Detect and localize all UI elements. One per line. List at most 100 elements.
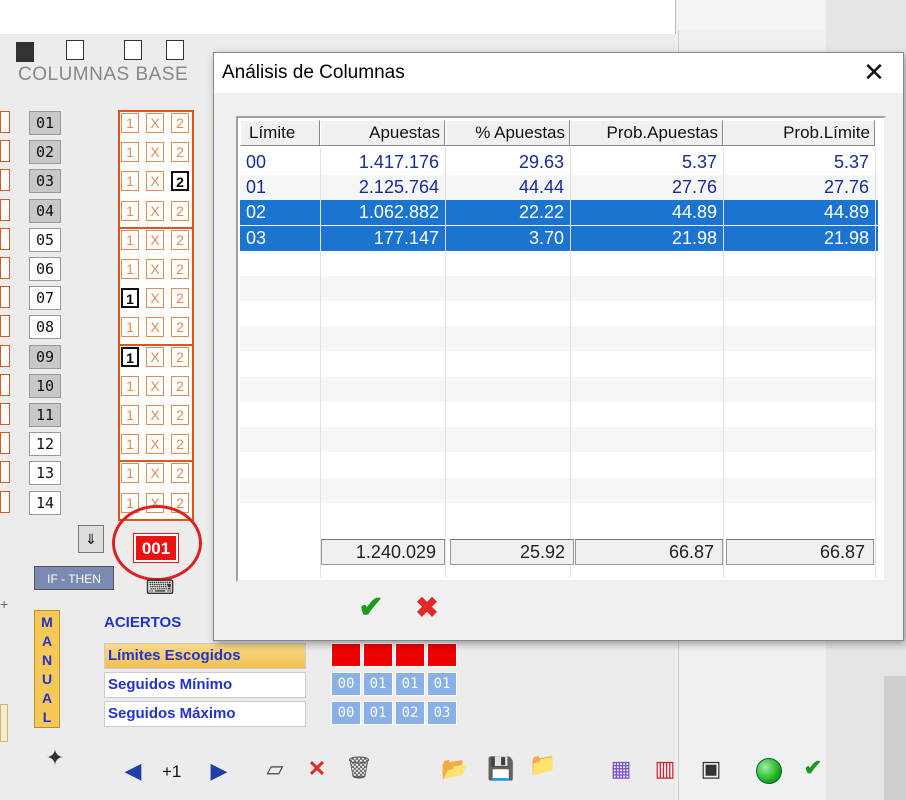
manual-vertical-label[interactable]: M A N U A L: [34, 610, 60, 728]
symbol-cell-x[interactable]: X: [146, 259, 164, 279]
table-row[interactable]: [240, 376, 878, 402]
symbol-cell-1[interactable]: 1: [121, 200, 139, 221]
table-row[interactable]: [240, 352, 878, 377]
symbol-cell-2[interactable]: 2: [171, 113, 189, 133]
symbol-cell-x[interactable]: X: [146, 346, 164, 367]
symbol-cell-2[interactable]: 2: [171, 288, 189, 309]
limit-chosen-cell[interactable]: [427, 643, 457, 667]
row-number[interactable]: 02: [29, 140, 61, 165]
min-value-cell[interactable]: 01: [427, 672, 457, 696]
table-row[interactable]: [240, 402, 878, 427]
column-number-badge[interactable]: 001: [133, 533, 179, 563]
column-header-limite[interactable]: Límite: [240, 120, 320, 146]
cancel-x-icon[interactable]: ✖: [410, 591, 444, 625]
symbol-cell-x[interactable]: X: [146, 171, 164, 192]
table-row[interactable]: [240, 251, 878, 276]
min-value-cell[interactable]: 01: [363, 672, 393, 696]
table-row[interactable]: [240, 427, 878, 453]
min-value-cell[interactable]: 01: [395, 672, 425, 696]
calendar-icon[interactable]: ▦: [606, 756, 636, 784]
table-row[interactable]: [240, 326, 878, 352]
trash-icon[interactable]: 🗑: [344, 755, 374, 783]
column-header-apuestas[interactable]: Apuestas: [320, 120, 445, 146]
symbol-cell-1[interactable]: 1: [121, 259, 139, 279]
document-icon[interactable]: [124, 40, 142, 60]
table-row[interactable]: [240, 452, 878, 477]
monitor-icon[interactable]: [16, 42, 34, 62]
table-row[interactable]: [240, 301, 878, 326]
symbol-cell-2[interactable]: 2: [171, 375, 189, 396]
analysis-grid[interactable]: Límite Apuestas % Apuestas Prob.Apuestas…: [236, 116, 886, 582]
symbol-cell-2[interactable]: 2: [171, 405, 189, 425]
delete-icon[interactable]: ✕: [302, 756, 332, 784]
eraser-icon[interactable]: ▱: [260, 756, 290, 784]
symbol-cell-x[interactable]: X: [146, 113, 164, 133]
ok-check-icon[interactable]: ✔: [354, 591, 388, 625]
scroll-down-icon[interactable]: ⇓: [78, 525, 104, 553]
symbol-cell-1[interactable]: 1: [121, 434, 139, 455]
green-status-icon[interactable]: [756, 758, 782, 784]
symbol-cell-2[interactable]: 2: [171, 317, 189, 338]
plus-icon[interactable]: +: [0, 596, 8, 612]
keyboard-icon[interactable]: ⌨: [134, 576, 186, 600]
limit-chosen-cell[interactable]: [331, 643, 361, 667]
confirm-check-icon[interactable]: ✔: [798, 755, 828, 783]
row-number[interactable]: 05: [29, 227, 61, 252]
symbol-cell-x[interactable]: X: [146, 463, 164, 484]
column-header-pct-apuestas[interactable]: % Apuestas: [445, 120, 570, 146]
symbol-cell-2[interactable]: 2: [171, 200, 189, 221]
column-header-prob-limite[interactable]: Prob.Límite: [723, 120, 875, 146]
symbol-cell-1[interactable]: 1: [121, 288, 139, 309]
open-folder-icon[interactable]: 📂: [440, 756, 470, 784]
if-then-button[interactable]: IF - THEN: [34, 566, 114, 590]
row-number[interactable]: 03: [29, 169, 61, 194]
table-row[interactable]: 02 1.062.882 22.22 44.89 44.89: [240, 200, 878, 226]
symbol-cell-2[interactable]: 2: [171, 434, 189, 455]
arrow-right-icon[interactable]: ▶: [204, 758, 234, 786]
chart-doc-icon[interactable]: [66, 40, 84, 60]
row-number[interactable]: 12: [29, 432, 61, 457]
calculator-icon[interactable]: ▣: [696, 756, 726, 784]
table-row[interactable]: 01 2.125.764 44.44 27.76 27.76: [240, 175, 878, 201]
limit-chosen-cell[interactable]: [363, 643, 393, 667]
symbol-cell-1[interactable]: 1: [121, 317, 139, 338]
bar-chart-icon[interactable]: ▥: [650, 756, 680, 784]
magic-wand-icon[interactable]: ✦: [40, 745, 70, 773]
symbol-cell-1[interactable]: 1: [121, 346, 139, 367]
row-number[interactable]: 13: [29, 461, 61, 486]
row-number[interactable]: 09: [29, 344, 61, 369]
max-value-cell[interactable]: 02: [395, 701, 425, 725]
symbol-cell-x[interactable]: X: [146, 288, 164, 309]
symbol-cell-2[interactable]: 2: [171, 259, 189, 279]
row-number[interactable]: 06: [29, 257, 61, 281]
limit-chosen-cell[interactable]: [395, 643, 425, 667]
symbol-cell-x[interactable]: X: [146, 229, 164, 250]
table-row[interactable]: [240, 276, 878, 301]
symbol-cell-1[interactable]: 1: [121, 171, 139, 192]
arrow-left-icon[interactable]: ◀: [118, 758, 148, 786]
symbol-cell-2[interactable]: 2: [171, 142, 189, 163]
symbol-cell-2[interactable]: 2: [171, 346, 189, 367]
symbol-cell-2[interactable]: 2: [171, 171, 189, 192]
symbol-cell-2[interactable]: 2: [171, 229, 189, 250]
table-row[interactable]: 03 177.147 3.70 21.98 21.98: [240, 225, 878, 251]
table-row[interactable]: 00 1.417.176 29.63 5.37 5.37: [240, 150, 878, 175]
symbol-cell-1[interactable]: 1: [121, 463, 139, 484]
symbol-cell-x[interactable]: X: [146, 200, 164, 221]
symbol-cell-1[interactable]: 1: [121, 375, 139, 396]
row-number[interactable]: 07: [29, 286, 61, 311]
binary-folder-icon[interactable]: 📁: [528, 752, 558, 780]
symbol-cell-x[interactable]: X: [146, 375, 164, 396]
symbol-cell-1[interactable]: 1: [121, 405, 139, 425]
max-value-cell[interactable]: 01: [363, 701, 393, 725]
min-value-cell[interactable]: 00: [331, 672, 361, 696]
row-number[interactable]: 10: [29, 373, 61, 398]
close-icon[interactable]: ✕: [854, 56, 894, 90]
document-copy-icon[interactable]: [166, 40, 184, 60]
symbol-cell-x[interactable]: X: [146, 434, 164, 455]
table-row[interactable]: [240, 477, 878, 503]
symbol-cell-2[interactable]: 2: [171, 463, 189, 484]
symbol-cell-1[interactable]: 1: [121, 142, 139, 163]
row-number[interactable]: 11: [29, 403, 61, 427]
symbol-cell-x[interactable]: X: [146, 142, 164, 163]
